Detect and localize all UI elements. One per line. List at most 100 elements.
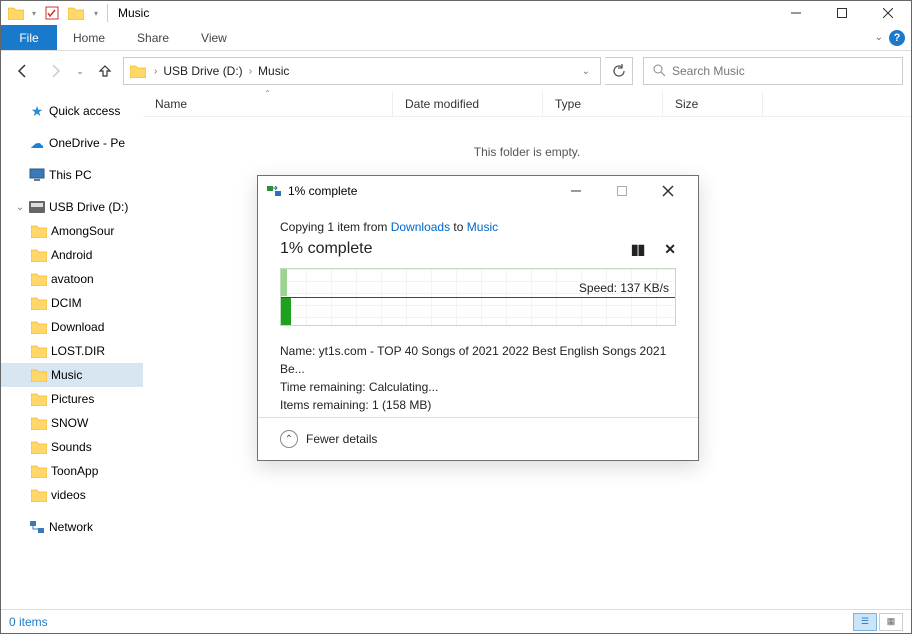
qat-dropdown[interactable]: ▾ — [29, 2, 39, 24]
folder-icon — [31, 295, 47, 311]
tab-file[interactable]: File — [1, 25, 57, 50]
nav-quick-access[interactable]: ★Quick access — [1, 99, 143, 123]
network-icon — [29, 519, 45, 535]
window-controls — [773, 1, 911, 25]
dialog-footer: ⌃ Fewer details — [258, 417, 698, 460]
nav-label: Sounds — [51, 440, 92, 454]
address-dropdown[interactable]: ⌄ — [582, 66, 596, 77]
nav-subfolder[interactable]: SNOW — [1, 411, 143, 435]
nav-subfolder[interactable]: Pictures — [1, 387, 143, 411]
nav-label: SNOW — [51, 416, 88, 430]
nav-label: DCIM — [51, 296, 82, 310]
icons-view-button[interactable]: ▦ — [879, 613, 903, 631]
pause-button[interactable]: ▮▮ — [631, 241, 644, 258]
column-name[interactable]: Name⌃ — [143, 91, 393, 116]
nav-subfolder[interactable]: Sounds — [1, 435, 143, 459]
nav-subfolder[interactable]: DCIM — [1, 291, 143, 315]
crumb-folder[interactable]: Music — [258, 64, 289, 78]
dialog-title: 1% complete — [288, 184, 357, 198]
nav-network[interactable]: Network — [1, 515, 143, 539]
nav-usb-drive[interactable]: ⌄ USB Drive (D:) — [1, 195, 143, 219]
column-headers: Name⌃ Date modified Type Size — [143, 91, 911, 117]
nav-subfolder[interactable]: Music — [1, 363, 143, 387]
nav-label: Network — [49, 520, 93, 534]
details-view-button[interactable]: ☰ — [853, 613, 877, 631]
nav-subfolder[interactable]: ToonApp — [1, 459, 143, 483]
minimize-button[interactable] — [773, 1, 819, 25]
nav-subfolder[interactable]: Android — [1, 243, 143, 267]
search-placeholder: Search Music — [672, 64, 745, 78]
folder-icon — [31, 247, 47, 263]
refresh-button[interactable] — [605, 57, 633, 85]
nav-label: Download — [51, 320, 104, 334]
folder-icon — [31, 487, 47, 503]
folder-icon — [31, 391, 47, 407]
new-folder-icon[interactable] — [65, 2, 87, 24]
link-destination[interactable]: Music — [467, 220, 498, 234]
transfer-speed: Speed: 137 KB/s — [579, 281, 669, 295]
drive-icon — [29, 199, 45, 215]
nav-subfolder[interactable]: avatoon — [1, 267, 143, 291]
tab-home[interactable]: Home — [57, 25, 121, 50]
search-box[interactable]: Search Music — [643, 57, 903, 85]
nav-label: OneDrive - Pe — [49, 136, 125, 150]
cancel-button[interactable]: ✕ — [664, 241, 676, 258]
dialog-title-bar[interactable]: 1% complete — [258, 176, 698, 206]
transfer-details: Name: yt1s.com - TOP 40 Songs of 2021 20… — [280, 342, 676, 414]
nav-label: USB Drive (D:) — [49, 200, 128, 214]
back-button[interactable] — [9, 57, 37, 85]
close-button[interactable] — [865, 1, 911, 25]
nav-label: LOST.DIR — [51, 344, 105, 358]
chevron-up-icon[interactable]: ⌃ — [280, 430, 298, 448]
item-count: 0 items — [9, 615, 48, 629]
navigation-pane: ★Quick access ☁OneDrive - Pe This PC ⌄ US… — [1, 91, 143, 607]
folder-icon — [31, 343, 47, 359]
copy-progress-dialog: 1% complete Copying 1 item from Download… — [257, 175, 699, 461]
forward-button[interactable] — [41, 57, 69, 85]
folder-icon — [31, 271, 47, 287]
ribbon-expand-icon[interactable]: ⌄ — [875, 32, 883, 43]
crumb-drive[interactable]: USB Drive (D:) — [163, 64, 242, 78]
nav-label: videos — [51, 488, 86, 502]
detail-name: Name: yt1s.com - TOP 40 Songs of 2021 20… — [280, 342, 676, 378]
search-icon — [652, 63, 666, 80]
folder-icon — [31, 463, 47, 479]
column-type[interactable]: Type — [543, 91, 663, 116]
up-button[interactable] — [91, 57, 119, 85]
nav-label: avatoon — [51, 272, 94, 286]
nav-subfolder[interactable]: AmongSour — [1, 219, 143, 243]
recent-dropdown[interactable]: ⌄ — [73, 57, 87, 85]
dialog-maximize-button[interactable] — [600, 177, 644, 205]
sort-indicator-icon: ⌃ — [264, 89, 271, 98]
fewer-details-button[interactable]: Fewer details — [306, 432, 377, 446]
column-size[interactable]: Size — [663, 91, 763, 116]
chevron-right-icon[interactable]: › — [245, 66, 256, 77]
column-date[interactable]: Date modified — [393, 91, 543, 116]
status-bar: 0 items ☰ ▦ — [1, 609, 911, 633]
chevron-down-icon[interactable]: ⌄ — [15, 202, 25, 213]
nav-label: Android — [51, 248, 92, 262]
nav-onedrive[interactable]: ☁OneDrive - Pe — [1, 131, 143, 155]
chevron-right-icon[interactable]: › — [150, 66, 161, 77]
copy-icon — [266, 183, 282, 199]
properties-icon[interactable] — [41, 2, 63, 24]
folder-icon — [31, 367, 47, 383]
dialog-close-button[interactable] — [646, 177, 690, 205]
nav-subfolder[interactable]: videos — [1, 483, 143, 507]
nav-subfolder[interactable]: Download — [1, 315, 143, 339]
transfer-graph: Speed: 137 KB/s — [280, 268, 676, 326]
progress-percent: 1% complete — [280, 240, 373, 258]
nav-subfolder[interactable]: LOST.DIR — [1, 339, 143, 363]
maximize-button[interactable] — [819, 1, 865, 25]
qat-customize[interactable]: ▾ — [89, 2, 103, 24]
nav-this-pc[interactable]: This PC — [1, 163, 143, 187]
tab-share[interactable]: Share — [121, 25, 185, 50]
detail-time: Time remaining: Calculating... — [280, 378, 676, 396]
title-bar: ▾ ▾ Music — [1, 1, 911, 25]
pc-icon — [29, 167, 45, 183]
link-source[interactable]: Downloads — [391, 220, 450, 234]
tab-view[interactable]: View — [185, 25, 243, 50]
help-icon[interactable]: ? — [889, 30, 905, 46]
breadcrumb[interactable]: › USB Drive (D:) › Music ⌄ — [123, 57, 601, 85]
dialog-minimize-button[interactable] — [554, 177, 598, 205]
